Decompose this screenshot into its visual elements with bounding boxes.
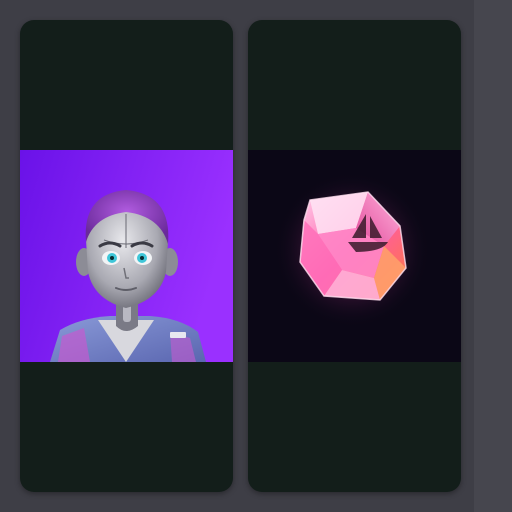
nft-gallery [0,0,512,512]
nft-card-gem[interactable] [248,20,461,492]
scroll-gutter [474,0,512,512]
gem-image [248,150,461,362]
nft-card-avatar[interactable] [20,20,233,492]
avatar-image [20,150,233,362]
